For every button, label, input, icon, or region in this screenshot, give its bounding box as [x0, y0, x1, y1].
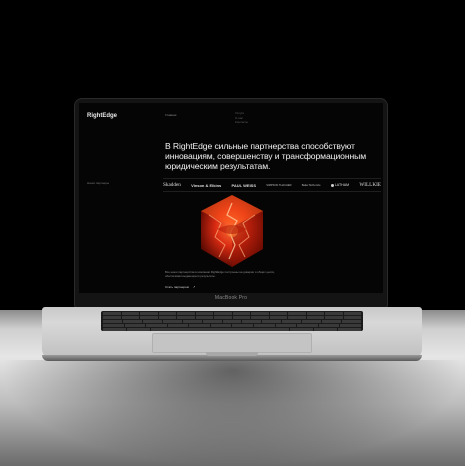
partner-logo-skadden: Skadden — [163, 182, 181, 188]
partners-section-label: Наши партнеры — [87, 181, 110, 185]
partners-description: Все наши партнерства в компании RightEdg… — [165, 270, 275, 278]
nav-group: Услуги О нас Контакты — [235, 111, 248, 125]
partner-logo-baker-mckenzie: Baker McKenzie — [301, 183, 321, 187]
latham-mark-icon — [330, 183, 334, 187]
partner-logo-latham: LATHAM — [330, 183, 349, 187]
partner-logos-row: Skadden Vinson & Elkins PAUL WEISS SIMPS… — [163, 178, 381, 192]
cta-label: Стать партнером — [165, 285, 189, 289]
nav-item-home[interactable]: Главная — [165, 113, 176, 117]
partner-logo-paul-weiss: PAUL WEISS — [231, 182, 257, 188]
hero-headline: В RightEdge сильные партнерства способст… — [165, 141, 367, 171]
red-crystal-cube-illustration — [201, 195, 263, 267]
partner-logo-simpson-thacher: SIMPSON THACHER — [266, 183, 292, 187]
partner-logo-vinson-elkins: Vinson & Elkins — [191, 182, 222, 188]
laptop-lid: RightEdge Главная Услуги О нас Контакты … — [75, 99, 387, 307]
trackpad — [152, 333, 312, 353]
device-model-label: MacBook Pro — [214, 295, 248, 301]
laptop-shadow — [0, 360, 465, 466]
laptop-screen: RightEdge Главная Услуги О нас Контакты … — [79, 103, 383, 293]
keyboard — [101, 311, 363, 331]
partner-logo-willkie: WILLKIE — [359, 182, 381, 188]
nav-item-contacts[interactable]: Контакты — [235, 120, 248, 125]
arrow-up-right-icon: ↗ — [192, 285, 196, 289]
lid-opening-notch — [206, 352, 258, 356]
site-logo[interactable]: RightEdge — [87, 113, 117, 119]
become-partner-link[interactable]: Стать партнером ↗ — [165, 285, 195, 289]
